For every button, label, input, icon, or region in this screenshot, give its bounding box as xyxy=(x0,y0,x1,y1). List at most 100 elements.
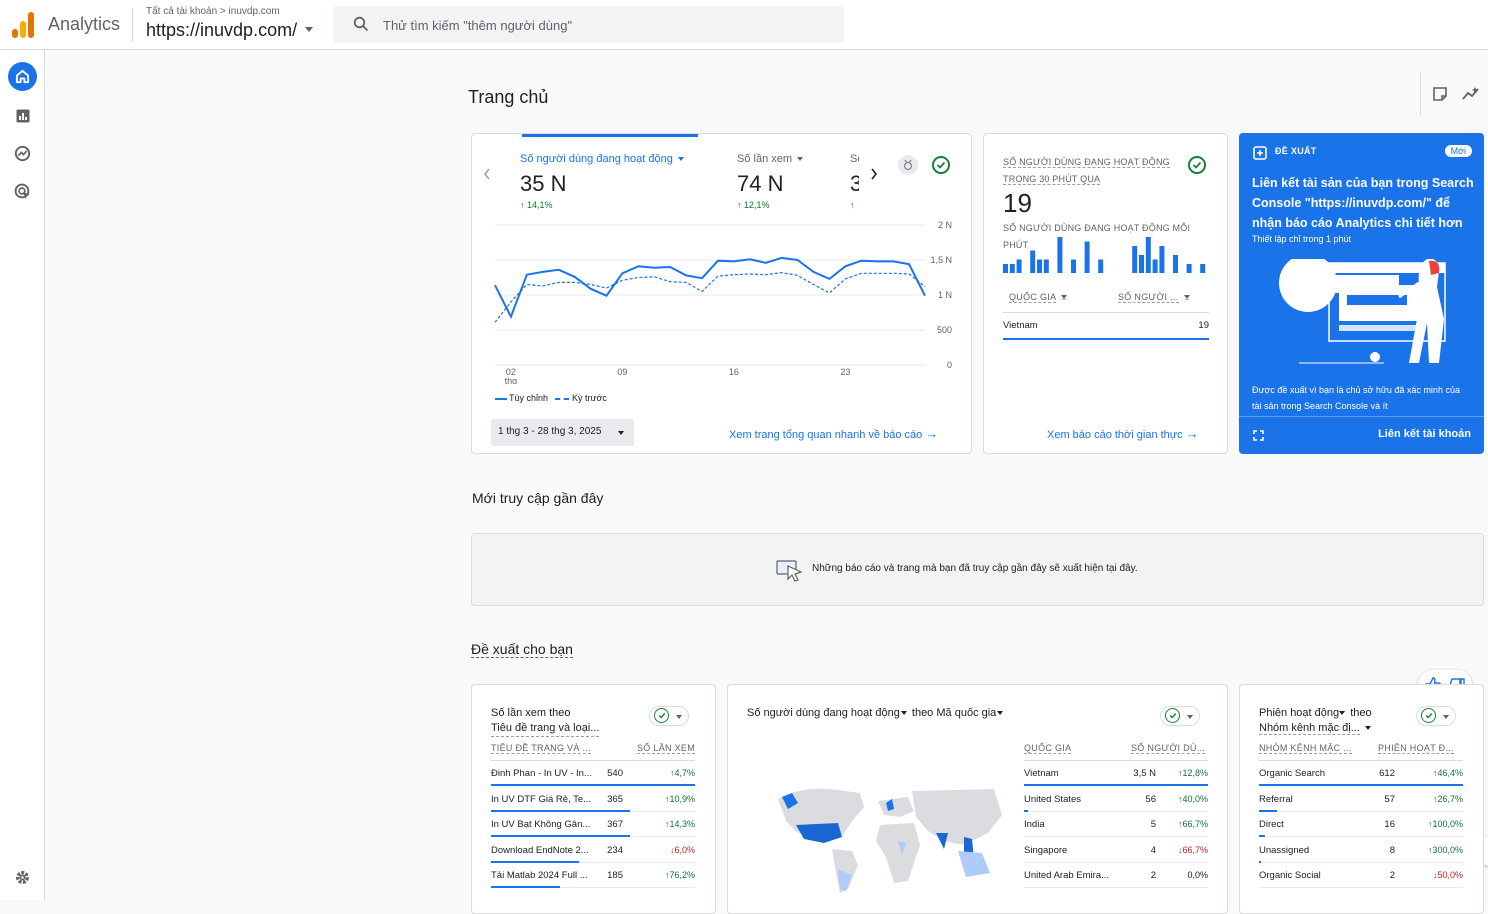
table-row[interactable]: United Arab Emira... 2 0,0% xyxy=(1024,863,1208,888)
chevron-down-icon xyxy=(900,711,907,716)
row-value: 3,5 N xyxy=(1133,768,1156,779)
metric-value: 3 xyxy=(850,171,859,196)
search-input[interactable] xyxy=(383,14,823,36)
realtime-header: SỐ NGƯỜI DÙNG ĐANG HOẠT ĐỘNG TRONG 30 PH… xyxy=(1003,154,1183,188)
column-header-sessions[interactable]: PHIÊN HOẠT Đ... xyxy=(1378,743,1454,754)
date-range-button[interactable]: 1 thg 3 - 28 thg 3, 2025 xyxy=(491,419,634,446)
row-delta: ↑10,9% xyxy=(665,794,695,804)
row-value: 16 xyxy=(1384,819,1395,830)
analytics-logo-icon[interactable] xyxy=(12,12,34,38)
row-name: United Arab Emira... xyxy=(1024,870,1110,881)
minute-bar[interactable] xyxy=(1057,237,1063,273)
row-delta: ↑100,0% xyxy=(1428,819,1463,829)
chevron-right-icon[interactable] xyxy=(869,167,879,181)
gear-icon xyxy=(16,871,29,884)
insights-check-icon[interactable] xyxy=(932,156,950,174)
minute-bar[interactable] xyxy=(1132,246,1138,273)
legend-swatch-dashed xyxy=(555,397,569,400)
minute-bar[interactable] xyxy=(1009,264,1015,273)
metric-tab-active-users[interactable]: Số người dùng đang hoạt động xyxy=(520,153,684,165)
metric-tab-clipped[interactable]: Số 3 ↑ xyxy=(850,149,859,209)
realtime-header-text: SỐ NGƯỜI DÙNG ĐANG HOẠT ĐỘNG TRONG 30 PH… xyxy=(1003,157,1170,185)
insights-dropdown[interactable] xyxy=(1416,706,1456,726)
chevron-down-icon xyxy=(997,711,1004,716)
minute-bar[interactable] xyxy=(1003,264,1008,273)
arrow-right-icon: → xyxy=(1185,426,1199,441)
column-header-channel[interactable]: NHÓM KÊNH MẶC ... xyxy=(1259,743,1352,754)
row-delta: ↓66,7% xyxy=(1178,845,1208,855)
channel-card-title[interactable]: Phiên hoạt động theo Nhóm kênh mặc đị... xyxy=(1259,706,1372,736)
nav-advertising-button[interactable] xyxy=(8,177,37,206)
table-row[interactable]: Singapore 4 ↓66,7% xyxy=(1024,838,1208,863)
minute-bar[interactable] xyxy=(1145,237,1151,273)
column-header-country[interactable]: QUỐC GIA xyxy=(1024,743,1072,754)
minute-bar[interactable] xyxy=(1139,255,1144,273)
insights-icon[interactable] xyxy=(1462,86,1480,102)
table-row[interactable]: Organic Social 2 ↓50,0% xyxy=(1259,863,1463,888)
minute-bar[interactable] xyxy=(1152,259,1158,274)
country-card-title[interactable]: Số người dùng đang hoạt động theo Mã quố… xyxy=(747,706,1004,721)
target-cursor-icon xyxy=(14,183,30,199)
annotation-icon[interactable] xyxy=(1432,86,1448,102)
pages-card-title[interactable]: Số lần xem theo Tiêu đề trang và loại... xyxy=(491,706,600,737)
nav-home-button[interactable] xyxy=(8,62,37,91)
y-tick-label: 1 N xyxy=(938,290,952,300)
overview-report-link[interactable]: Xem trang tổng quan nhanh về báo cáo → xyxy=(729,426,938,441)
minute-bar[interactable] xyxy=(1071,259,1076,274)
table-row[interactable]: Referral 57 ↑26,7% xyxy=(1259,787,1463,812)
metric-label: Số người dùng đang hoạt động xyxy=(520,153,673,165)
minute-bar[interactable] xyxy=(1016,259,1022,274)
table-row[interactable]: Direct 16 ↑100,0% xyxy=(1259,812,1463,837)
insights-dropdown[interactable] xyxy=(1160,706,1200,726)
table-row[interactable]: Download EndNote 2... 234 ↓6,0% xyxy=(491,838,695,863)
minute-bar[interactable] xyxy=(1043,259,1049,274)
insights-dropdown[interactable] xyxy=(649,706,689,726)
chevron-left-icon[interactable] xyxy=(482,167,492,181)
table-row[interactable]: India 5 ↑66,7% xyxy=(1024,812,1208,837)
table-row[interactable]: In UV DTF Giá Rẻ, Te... 365 ↑10,9% xyxy=(491,787,695,812)
table-row[interactable]: Đinh Phan - In UV - In... 540 ↑4,7% xyxy=(491,761,695,786)
metric-tab-views[interactable]: Số lần xem xyxy=(737,153,804,165)
minute-bar[interactable] xyxy=(1084,241,1090,274)
column-header-users[interactable]: SỐ NGƯỜI DÙ... xyxy=(1131,743,1206,754)
nav-explore-button[interactable] xyxy=(8,139,37,168)
row-name: Vietnam xyxy=(1024,768,1059,779)
minute-bar[interactable] xyxy=(1037,259,1042,274)
chevron-down-icon[interactable] xyxy=(305,27,313,32)
title-by: theo xyxy=(1350,707,1372,719)
minute-bar[interactable] xyxy=(1186,264,1192,273)
series-line-previous xyxy=(494,271,926,323)
table-row[interactable]: United States 56 ↑40,0% xyxy=(1024,787,1208,812)
minute-bar[interactable] xyxy=(1173,255,1178,273)
column-header-title[interactable]: TIÊU ĐỀ TRANG VÀ ... xyxy=(491,743,591,754)
nav-admin-button[interactable] xyxy=(8,863,37,892)
realtime-report-link[interactable]: Xem báo cáo thời gian thực → xyxy=(1047,426,1199,441)
minute-bar[interactable] xyxy=(1098,259,1104,274)
table-row[interactable]: In UV Bạt Không Gân... 367 ↑14,3% xyxy=(491,812,695,837)
row-share-bar xyxy=(491,886,560,888)
minute-bar[interactable] xyxy=(1159,246,1165,273)
nav-reports-button[interactable] xyxy=(8,101,37,130)
column-header-views[interactable]: SỐ LẦN XEM xyxy=(636,743,695,754)
row-value: 5 xyxy=(1150,819,1156,830)
table-row[interactable]: Vietnam 3,5 N ↑12,8% xyxy=(1024,761,1208,786)
search-bar[interactable] xyxy=(333,6,844,43)
customize-button[interactable] xyxy=(898,155,918,175)
table-row[interactable]: Vietnam 19 xyxy=(1003,313,1209,340)
breadcrumb[interactable]: Tất cả tài khoản > inuvdp.com xyxy=(146,6,280,17)
table-row[interactable]: Organic Search 612 ↑46,4% xyxy=(1259,761,1463,786)
row-delta-value: 0,0% xyxy=(1187,870,1208,880)
fullscreen-icon[interactable] xyxy=(1253,430,1264,441)
table-row[interactable]: Unassigned 8 ↑300,0% xyxy=(1259,838,1463,863)
column-header-users[interactable]: SỐ NGƯỜI ... xyxy=(1118,292,1190,303)
property-selector[interactable]: https://inuvdp.com/ xyxy=(146,20,297,41)
column-header-country[interactable]: QUỐC GIA xyxy=(1009,292,1068,303)
column-header-label: NHÓM KÊNH MẶC ... xyxy=(1259,743,1352,754)
minute-bar[interactable] xyxy=(1200,264,1206,273)
table-row[interactable]: Tải Matlab 2024 Full ... 185 ↑76,2% xyxy=(491,863,695,888)
search-console-illustration xyxy=(1279,259,1446,364)
link-account-button[interactable]: Liên kết tài khoản xyxy=(1378,428,1471,440)
row-delta-value: 100,0% xyxy=(1432,819,1463,829)
minute-bar[interactable] xyxy=(1030,250,1036,274)
insights-check-icon[interactable] xyxy=(1188,156,1206,174)
